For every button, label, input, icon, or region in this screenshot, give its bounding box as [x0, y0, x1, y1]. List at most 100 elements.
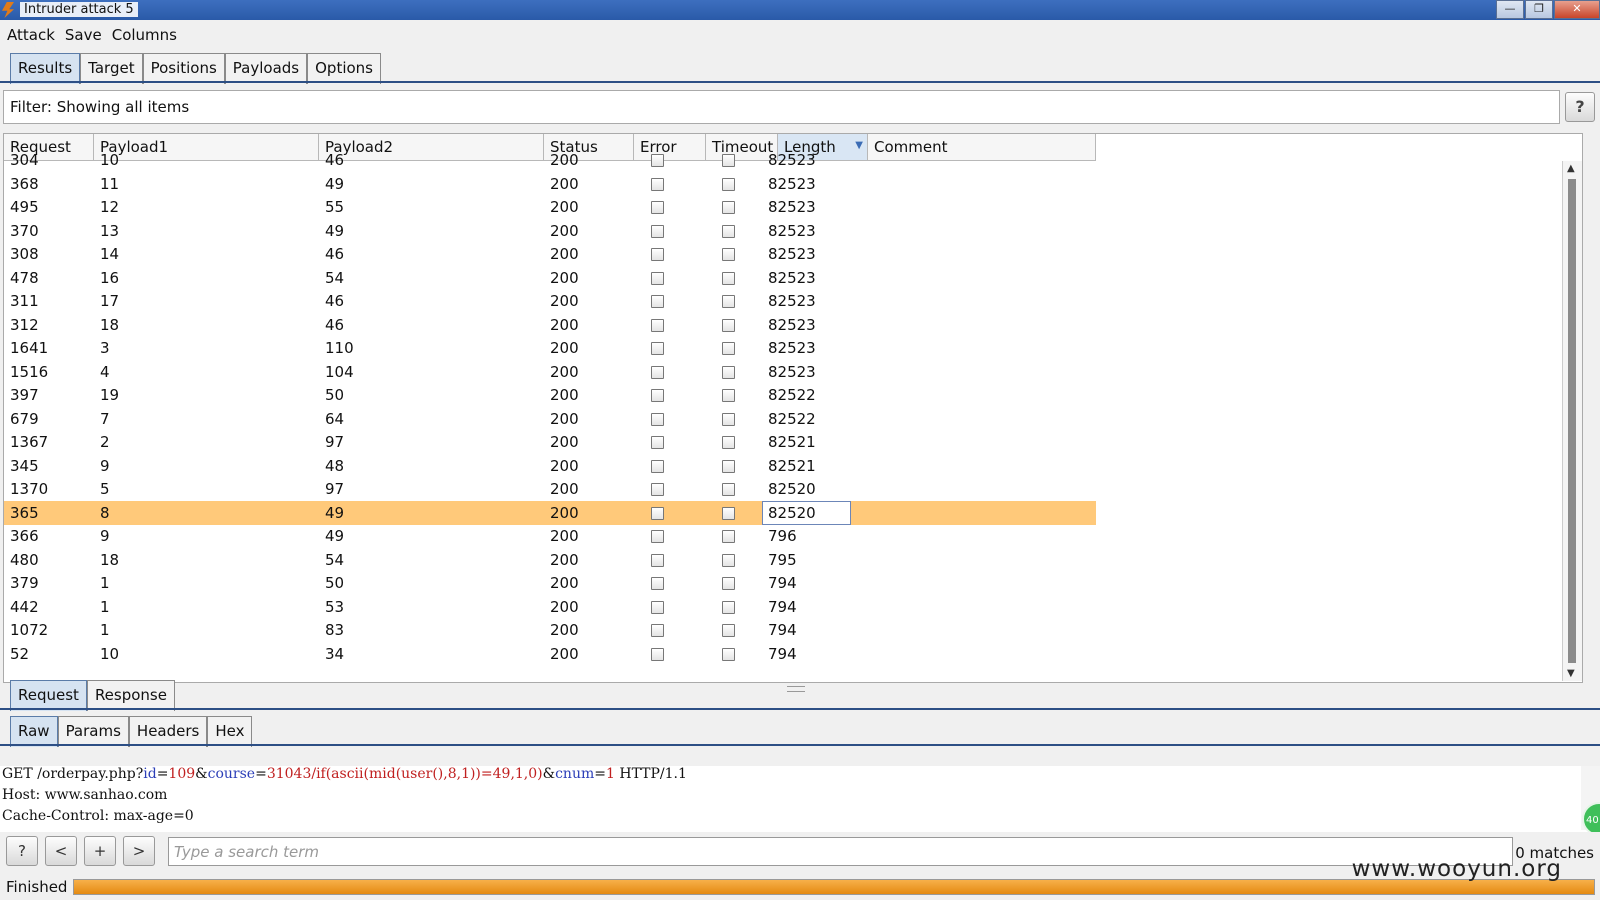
- table-row[interactable]: 1072 1 83 200 794: [4, 618, 1096, 642]
- error-checkbox[interactable]: [651, 436, 664, 449]
- cell-comment[interactable]: [852, 571, 1080, 595]
- timeout-checkbox[interactable]: [722, 201, 735, 214]
- tab-positions[interactable]: Positions: [142, 53, 225, 84]
- cell-comment[interactable]: [852, 407, 1080, 431]
- error-checkbox[interactable]: [651, 389, 664, 402]
- timeout-checkbox[interactable]: [722, 224, 735, 238]
- table-row[interactable]: 365 8 49 200 82520: [4, 500, 1096, 525]
- table-row[interactable]: 52 10 34 200 794: [4, 642, 1096, 666]
- table-scrollbar[interactable]: ▲ ▼: [1562, 161, 1582, 681]
- table-row[interactable]: 308 14 46 200 82523: [4, 242, 1096, 266]
- timeout-checkbox[interactable]: [722, 318, 735, 332]
- cell-comment[interactable]: [852, 501, 1080, 525]
- error-checkbox[interactable]: [651, 577, 664, 590]
- timeout-checkbox[interactable]: [722, 342, 735, 355]
- search-previous-button[interactable]: <: [45, 836, 77, 866]
- table-row[interactable]: 442 1 53 200 794: [4, 595, 1096, 619]
- cell-comment[interactable]: [852, 313, 1080, 337]
- cell-comment[interactable]: [852, 266, 1080, 290]
- tab-params[interactable]: Params: [57, 716, 129, 747]
- error-checkbox[interactable]: [651, 647, 664, 661]
- table-row[interactable]: 679 7 64 200 82522: [4, 407, 1096, 431]
- cell-comment[interactable]: [852, 195, 1080, 219]
- timeout-checkbox[interactable]: [722, 530, 735, 543]
- table-row[interactable]: 1641 3 110 200 82523: [4, 336, 1096, 360]
- cell-comment[interactable]: [852, 172, 1080, 196]
- timeout-checkbox[interactable]: [722, 624, 735, 637]
- cell-comment[interactable]: [852, 360, 1080, 384]
- cell-comment[interactable]: [852, 148, 1080, 172]
- timeout-checkbox[interactable]: [722, 483, 735, 496]
- timeout-checkbox[interactable]: [722, 436, 735, 449]
- table-row[interactable]: 478 16 54 200 82523: [4, 266, 1096, 290]
- timeout-checkbox[interactable]: [722, 365, 735, 379]
- cell-comment[interactable]: [852, 289, 1080, 313]
- timeout-checkbox[interactable]: [722, 459, 735, 473]
- table-row[interactable]: 480 18 54 200 795: [4, 548, 1096, 572]
- table-row[interactable]: 379 1 50 200 794: [4, 571, 1096, 595]
- tab-headers[interactable]: Headers: [128, 716, 208, 747]
- table-row[interactable]: 1370 5 97 200 82520: [4, 477, 1096, 501]
- error-checkbox[interactable]: [651, 412, 664, 426]
- timeout-checkbox[interactable]: [722, 577, 735, 590]
- table-row[interactable]: 366 9 49 200 796: [4, 524, 1096, 548]
- filter-help-button[interactable]: ?: [1565, 92, 1595, 122]
- timeout-checkbox[interactable]: [722, 389, 735, 402]
- error-checkbox[interactable]: [651, 553, 664, 567]
- error-checkbox[interactable]: [651, 483, 664, 496]
- menu-columns[interactable]: Columns: [105, 22, 180, 44]
- cell-comment[interactable]: [852, 430, 1080, 454]
- table-row[interactable]: 345 9 48 200 82521: [4, 454, 1096, 478]
- filter-bar[interactable]: Filter: Showing all items: [3, 90, 1560, 124]
- close-button[interactable]: ✕: [1554, 0, 1600, 19]
- tab-target[interactable]: Target: [80, 53, 143, 84]
- cell-comment[interactable]: [852, 642, 1080, 666]
- cell-comment[interactable]: [852, 454, 1080, 478]
- timeout-checkbox[interactable]: [722, 295, 735, 308]
- menu-save[interactable]: Save: [58, 22, 105, 44]
- table-row[interactable]: 1516 4 104 200 82523: [4, 360, 1096, 384]
- tab-response[interactable]: Response: [86, 680, 175, 711]
- tab-raw[interactable]: Raw: [10, 716, 58, 747]
- error-checkbox[interactable]: [651, 365, 664, 379]
- timeout-checkbox[interactable]: [722, 412, 735, 426]
- timeout-checkbox[interactable]: [722, 600, 735, 614]
- cell-comment[interactable]: [852, 242, 1080, 266]
- timeout-checkbox[interactable]: [722, 271, 735, 285]
- table-row[interactable]: 311 17 46 200 82523: [4, 289, 1096, 313]
- error-checkbox[interactable]: [651, 295, 664, 308]
- error-checkbox[interactable]: [651, 201, 664, 214]
- cell-comment[interactable]: [852, 219, 1080, 243]
- raw-request-editor[interactable]: GET /orderpay.php?id=109&course=31043/if…: [0, 766, 1600, 834]
- table-row[interactable]: 495 12 55 200 82523: [4, 195, 1096, 219]
- error-checkbox[interactable]: [651, 506, 664, 520]
- table-row[interactable]: 1367 2 97 200 82521: [4, 430, 1096, 454]
- error-checkbox[interactable]: [651, 154, 664, 167]
- error-checkbox[interactable]: [651, 624, 664, 637]
- error-checkbox[interactable]: [651, 177, 664, 191]
- timeout-checkbox[interactable]: [722, 506, 735, 520]
- error-checkbox[interactable]: [651, 271, 664, 285]
- error-checkbox[interactable]: [651, 459, 664, 473]
- error-checkbox[interactable]: [651, 600, 664, 614]
- timeout-checkbox[interactable]: [722, 177, 735, 191]
- error-checkbox[interactable]: [651, 342, 664, 355]
- tab-options[interactable]: Options: [307, 53, 382, 84]
- cell-comment[interactable]: [852, 595, 1080, 619]
- cell-comment[interactable]: [852, 383, 1080, 407]
- maximize-button[interactable]: ❐: [1525, 0, 1553, 19]
- scrollbar-thumb[interactable]: [1568, 179, 1576, 663]
- cell-comment[interactable]: [852, 477, 1080, 501]
- tab-payloads[interactable]: Payloads: [224, 53, 308, 84]
- cell-comment[interactable]: [852, 548, 1080, 572]
- search-help-button[interactable]: ?: [6, 836, 38, 866]
- menu-attack[interactable]: Attack: [0, 22, 58, 44]
- pane-splitter[interactable]: [787, 686, 805, 692]
- table-row[interactable]: 304 10 46 200 82523: [4, 148, 1096, 172]
- tab-hex[interactable]: Hex: [207, 716, 253, 747]
- scroll-down-icon[interactable]: ▼: [1567, 668, 1575, 679]
- timeout-checkbox[interactable]: [722, 553, 735, 567]
- cell-comment[interactable]: [852, 618, 1080, 642]
- timeout-checkbox[interactable]: [722, 248, 735, 261]
- search-next-button[interactable]: >: [123, 836, 155, 866]
